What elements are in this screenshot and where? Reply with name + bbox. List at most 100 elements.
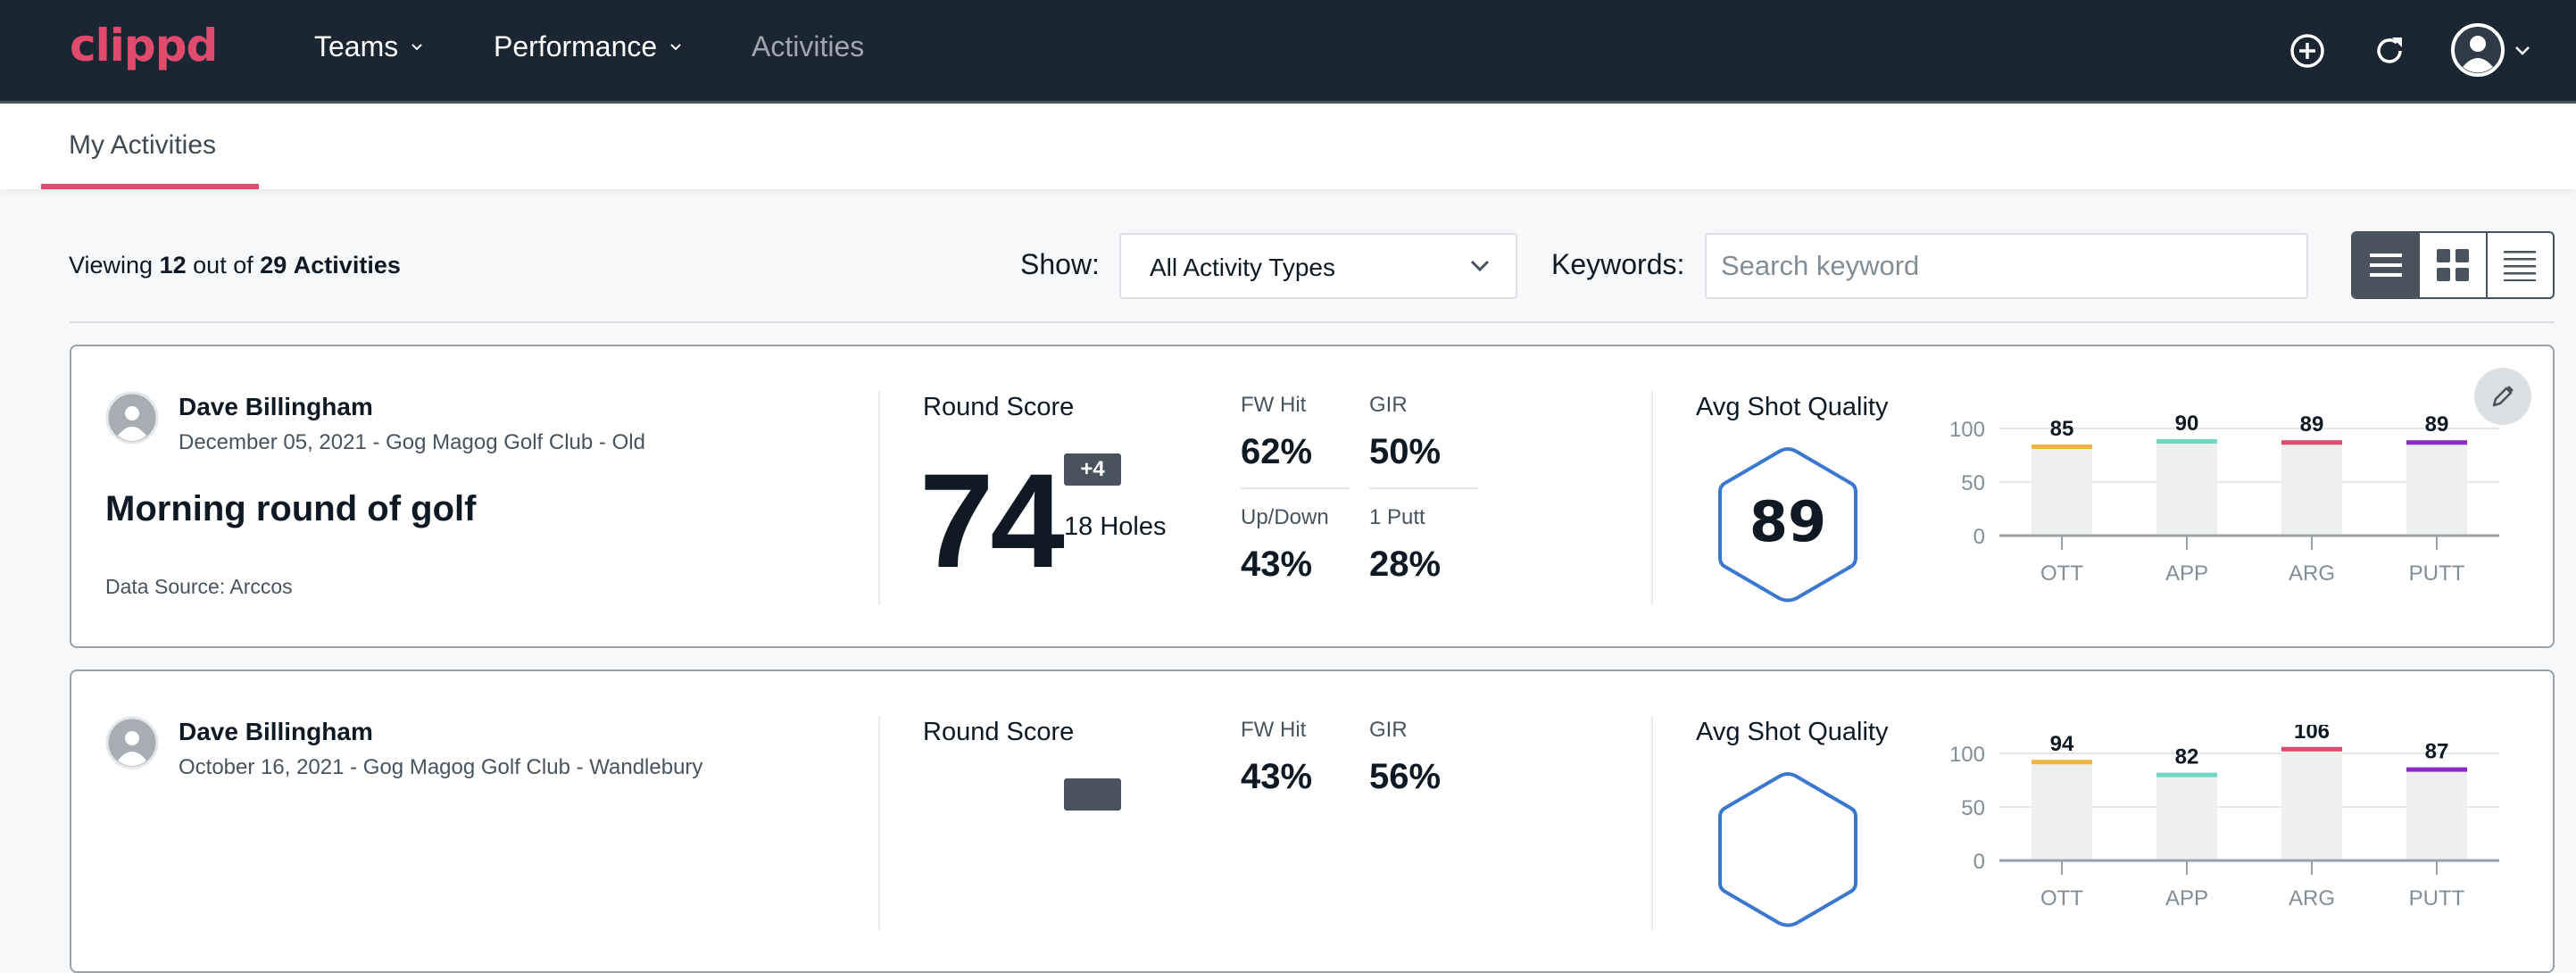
filter-divider xyxy=(70,321,2555,323)
player-avatar-icon xyxy=(105,716,159,769)
avg-shot-quality-value: 89 xyxy=(1749,489,1826,554)
bar-cap-arg xyxy=(2281,440,2342,445)
stat-value-fw-hit: 62% xyxy=(1241,432,1313,471)
chevron-down-icon[interactable] xyxy=(2514,45,2530,57)
bar-ott[interactable] xyxy=(2032,445,2092,536)
x-tick-label: PUTT xyxy=(2409,886,2465,911)
chevron-down-icon xyxy=(1470,260,1490,272)
x-tick-label: APP xyxy=(2165,561,2208,586)
activity-card[interactable]: Dave Billingham December 05, 2021 - Gog … xyxy=(70,345,2555,648)
grid-view-icon xyxy=(2436,249,2469,281)
chevron-down-icon xyxy=(411,43,422,50)
bar-cap-ott xyxy=(2032,760,2092,765)
grid-view-button[interactable] xyxy=(2420,233,2488,297)
x-tick-label: PUTT xyxy=(2409,561,2465,586)
bar-cap-app xyxy=(2156,772,2217,778)
top-navigation-bar: clippd Teams Performance Activities xyxy=(0,0,2576,104)
list-view-button[interactable] xyxy=(2353,233,2421,297)
bar-value-label: 89 xyxy=(2300,412,2324,437)
player-avatar-icon xyxy=(105,391,159,445)
y-tick-label: 100 xyxy=(1949,418,1985,442)
tab-bar: My Activities xyxy=(0,104,2576,189)
nav-activities[interactable]: Activities xyxy=(752,30,864,63)
bar-arg[interactable] xyxy=(2281,746,2342,861)
viewing-prefix: Viewing xyxy=(69,252,154,279)
stat-value-one-putt: 28% xyxy=(1369,545,1442,584)
player-name[interactable]: Dave Billingham xyxy=(179,718,373,746)
bar-app[interactable] xyxy=(2156,772,2217,861)
section-divider xyxy=(1651,716,1653,930)
activity-meta: December 05, 2021 - Gog Magog Golf Club … xyxy=(179,430,645,454)
viewing-total: 29 xyxy=(260,252,287,279)
bar-putt[interactable] xyxy=(2406,767,2467,861)
x-tick-label: OTT xyxy=(2040,886,2083,911)
stat-label-up-down: Up/Down xyxy=(1241,505,1329,529)
to-par-badge xyxy=(1064,778,1121,811)
viewing-mid: out of xyxy=(193,252,253,279)
section-divider xyxy=(878,391,880,605)
player-name[interactable]: Dave Billingham xyxy=(179,393,373,421)
bar-value-label: 87 xyxy=(2425,740,2449,764)
y-tick-label: 0 xyxy=(1974,525,1985,549)
viewing-count: 12 xyxy=(159,252,187,279)
activity-meta: October 16, 2021 - Gog Magog Golf Club -… xyxy=(179,755,703,779)
keywords-label: Keywords: xyxy=(1551,248,1685,280)
stat-divider xyxy=(1241,487,1350,489)
chevron-down-icon xyxy=(670,43,681,50)
shot-quality-hexagon: 89 xyxy=(1718,446,1857,603)
shot-quality-bar-chart: 0 50 100 85 OTT 90 APP 89 ARG 89 PUTT xyxy=(1949,412,2499,586)
bar-ott[interactable] xyxy=(2032,760,2092,861)
activity-type-select[interactable]: All Activity Types xyxy=(1119,233,1517,299)
edit-button[interactable] xyxy=(2474,368,2531,425)
activity-card[interactable]: Dave Billingham October 16, 2021 - Gog M… xyxy=(70,669,2555,973)
bar-app[interactable] xyxy=(2156,439,2217,536)
data-source: Data Source: Arccos xyxy=(105,575,293,598)
bar-value-label: 89 xyxy=(2425,412,2449,437)
bar-cap-putt xyxy=(2406,440,2467,445)
bar-putt[interactable] xyxy=(2406,440,2467,536)
refresh-icon[interactable] xyxy=(2372,33,2408,69)
x-tick-label: OTT xyxy=(2040,561,2083,586)
nav-activities-label: Activities xyxy=(752,30,865,62)
stat-value-gir: 50% xyxy=(1369,432,1442,471)
activity-title[interactable]: Morning round of golf xyxy=(105,489,476,529)
compact-list-icon xyxy=(2504,251,2537,281)
section-divider xyxy=(878,716,880,930)
active-tab-indicator xyxy=(41,184,259,189)
clippd-logo[interactable]: clippd xyxy=(70,20,218,71)
y-tick-label: 50 xyxy=(1961,471,1985,495)
bar-cap-arg xyxy=(2281,746,2342,752)
bar-value-label: 106 xyxy=(2294,725,2330,744)
nav-performance-label: Performance xyxy=(494,30,658,62)
nav-performance[interactable]: Performance xyxy=(494,30,682,63)
show-label: Show: xyxy=(1020,248,1100,280)
viewing-suffix: Activities xyxy=(293,252,401,279)
bar-cap-ott xyxy=(2032,445,2092,449)
x-tick-label: APP xyxy=(2165,886,2208,911)
tab-my-activities-label: My Activities xyxy=(69,130,217,160)
nav-teams-label: Teams xyxy=(314,30,399,62)
bar-value-label: 94 xyxy=(2050,732,2074,756)
y-tick-label: 0 xyxy=(1974,850,1985,874)
stat-value-fw-hit: 43% xyxy=(1241,757,1313,796)
x-tick-label: ARG xyxy=(2289,886,2335,911)
bar-arg[interactable] xyxy=(2281,440,2342,536)
bar-value-label: 85 xyxy=(2050,417,2074,441)
y-tick-label: 50 xyxy=(1961,796,1985,820)
stat-label-gir: GIR xyxy=(1369,718,1408,742)
tab-my-activities[interactable]: My Activities xyxy=(41,104,259,189)
bar-cap-app xyxy=(2156,439,2217,444)
compact-list-button[interactable] xyxy=(2488,233,2553,297)
round-score-label: Round Score xyxy=(923,393,1075,421)
round-score-label: Round Score xyxy=(923,718,1075,746)
filter-bar: Viewing 12 out of 29 Activities Show: Al… xyxy=(0,230,2576,302)
keyword-search-input[interactable] xyxy=(1705,233,2308,299)
bar-value-label: 82 xyxy=(2175,745,2199,769)
plus-circle-icon[interactable] xyxy=(2289,33,2325,69)
section-divider xyxy=(1651,391,1653,605)
user-avatar-icon[interactable] xyxy=(2450,22,2505,78)
nav-teams[interactable]: Teams xyxy=(314,30,423,63)
bar-value-label: 90 xyxy=(2175,412,2199,436)
holes-count: 18 Holes xyxy=(1064,512,1167,541)
bar-cap-putt xyxy=(2406,767,2467,772)
